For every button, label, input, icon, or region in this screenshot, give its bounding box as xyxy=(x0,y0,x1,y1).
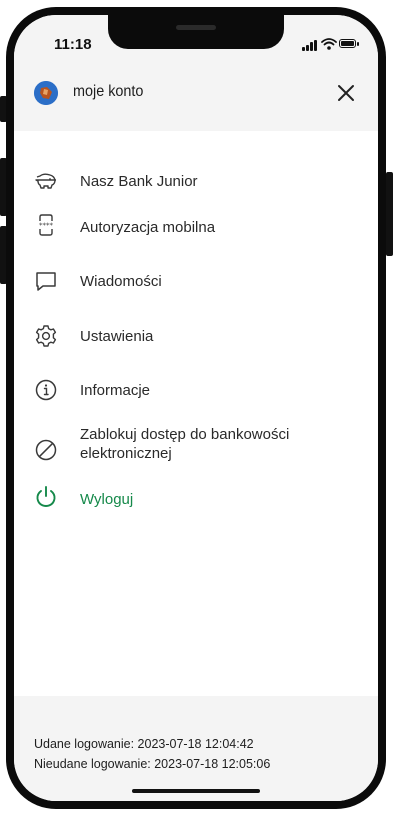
menu-item-autoryzacja-mobilna[interactable]: **** Autoryzacja mobilna xyxy=(14,205,378,249)
screen: 11:18 moje konto Nasz Bank Junior **** A… xyxy=(14,15,378,801)
menu-item-ustawienia[interactable]: Ustawienia xyxy=(14,314,378,358)
status-time: 11:18 xyxy=(54,36,92,53)
avatar-icon xyxy=(34,81,58,105)
power-icon xyxy=(36,486,56,507)
status-bar: 11:18 xyxy=(14,15,378,63)
battery-icon xyxy=(339,39,356,48)
signal-icon xyxy=(302,47,305,51)
menu-item-label: Wiadomości xyxy=(80,273,162,290)
menu-item-label: Ustawienia xyxy=(80,328,154,345)
notch xyxy=(108,15,284,49)
menu-item-label: Nasz Bank Junior xyxy=(80,173,198,190)
last-failed-login: Nieudane logowanie: 2023-07-18 12:05:06 xyxy=(34,757,271,771)
menu-item-label: Autoryzacja mobilna xyxy=(80,219,216,236)
phone-frame: 11:18 moje konto Nasz Bank Junior **** A… xyxy=(6,7,386,809)
info-icon xyxy=(35,379,57,401)
speaker xyxy=(176,25,216,30)
signal-icon xyxy=(314,40,317,51)
signal-icon xyxy=(310,42,313,51)
menu-item-label: Zablokuj dostęp do bankowości elektronic… xyxy=(80,426,290,462)
menu-item-informacje[interactable]: Informacje xyxy=(14,368,378,412)
battery-level xyxy=(341,41,354,46)
status-icons xyxy=(302,37,359,51)
last-successful-login: Udane logowanie: 2023-07-18 12:04:42 xyxy=(34,737,254,751)
home-indicator[interactable] xyxy=(132,789,260,793)
battery-nub xyxy=(357,42,359,46)
wifi-icon xyxy=(321,38,337,50)
menu-item-label: Informacje xyxy=(80,382,151,399)
menu-item-label: Wyloguj xyxy=(80,491,134,508)
header: moje konto xyxy=(14,63,378,131)
menu-item-wiadomosci[interactable]: Wiadomości xyxy=(14,259,378,303)
page-title: moje konto xyxy=(73,83,144,100)
gear-icon xyxy=(35,325,57,347)
svg-text:****: **** xyxy=(39,222,54,230)
menu-item-wyloguj[interactable]: Wyloguj xyxy=(14,477,378,521)
close-icon[interactable] xyxy=(334,81,358,105)
block-icon xyxy=(35,439,57,461)
menu-item-nasz-bank-junior[interactable]: Nasz Bank Junior xyxy=(14,159,378,203)
piggy-bank-icon xyxy=(35,173,56,189)
power-side-button xyxy=(386,172,393,256)
signal-icon xyxy=(306,45,309,51)
avatar[interactable] xyxy=(34,81,58,105)
menu-item-zablokuj-dostep[interactable]: Zablokuj dostęp do bankowości elektronic… xyxy=(14,418,378,474)
message-icon xyxy=(36,272,56,291)
mobile-authorization-icon: **** xyxy=(39,214,54,236)
login-info-footer: Udane logowanie: 2023-07-18 12:04:42 Nie… xyxy=(14,696,378,801)
